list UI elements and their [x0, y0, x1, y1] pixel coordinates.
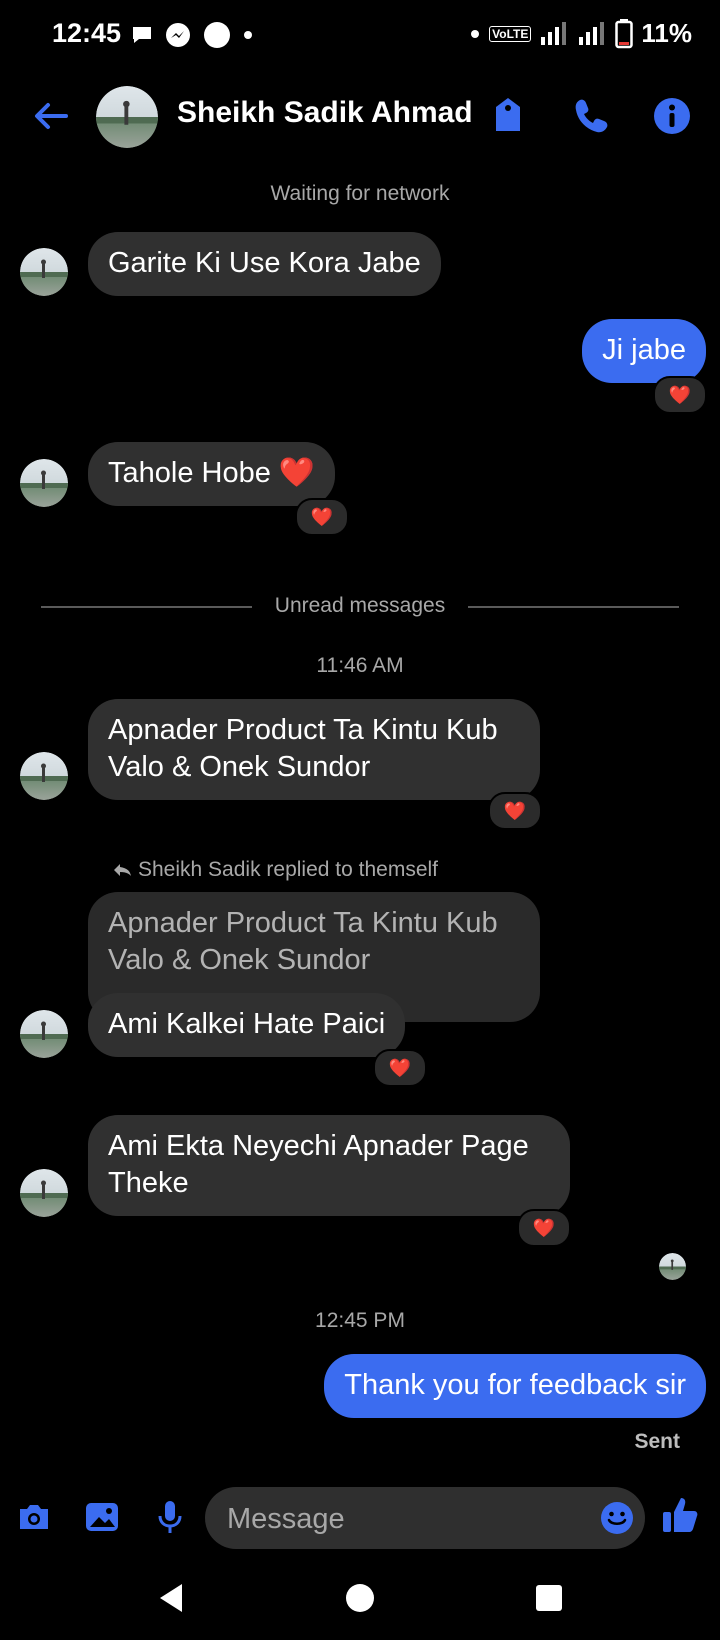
reaction-badge[interactable]: ❤️	[295, 498, 349, 536]
nav-back-icon[interactable]	[152, 1578, 192, 1618]
reaction-badge[interactable]: ❤️	[488, 792, 542, 830]
avatar[interactable]	[20, 1169, 68, 1217]
message-input[interactable]	[225, 1487, 569, 1551]
message-field[interactable]	[205, 1487, 645, 1551]
message-bubble-incoming[interactable]: Ami Ekta Neyechi Apnader Page Theke	[88, 1115, 570, 1216]
message-bubble-outgoing[interactable]: Ji jabe	[582, 319, 706, 383]
info-icon[interactable]	[652, 96, 692, 136]
avatar[interactable]	[20, 248, 68, 296]
heart-icon: ❤️	[532, 1217, 556, 1238]
dot-icon	[244, 31, 252, 39]
heart-icon: ❤️	[668, 384, 692, 405]
tag-icon[interactable]	[488, 95, 528, 135]
message-bubble-outgoing[interactable]: Thank you for feedback sir	[324, 1354, 706, 1418]
signal-icon	[541, 21, 567, 45]
message-bubble-incoming[interactable]: Tahole Hobe ❤️	[88, 442, 336, 506]
microphone-icon[interactable]	[150, 1497, 190, 1537]
status-notification-icons	[130, 20, 254, 50]
like-icon[interactable]	[660, 1494, 702, 1536]
timestamp: 11:46 AM	[316, 654, 404, 677]
dot-icon	[471, 29, 480, 38]
message-bubble-incoming[interactable]: Ami Kalkei Hate Paici	[88, 993, 406, 1057]
avatar[interactable]	[20, 1010, 68, 1058]
volte-badge: VoLTE	[489, 25, 532, 42]
nav-recents-icon[interactable]	[529, 1578, 569, 1618]
message-bubble-incoming[interactable]: Garite Ki Use Kora Jabe	[88, 232, 441, 296]
reaction-badge[interactable]: ❤️	[373, 1049, 427, 1087]
timestamp: 12:45 PM	[315, 1309, 405, 1332]
gallery-icon[interactable]	[82, 1497, 122, 1537]
camera-icon[interactable]	[14, 1497, 54, 1537]
emoji-icon[interactable]	[599, 1500, 635, 1536]
divider-line	[41, 606, 252, 608]
reply-note-text: Sheikh Sadik replied to themself	[138, 858, 438, 881]
avatar[interactable]	[20, 752, 68, 800]
chat-bubble-icon	[133, 27, 151, 43]
nav-home-icon[interactable]	[340, 1578, 380, 1618]
reaction-badge[interactable]: ❤️	[517, 1209, 571, 1247]
phone-icon[interactable]	[571, 96, 611, 136]
status-right-group: VoLTE 11%	[469, 18, 692, 49]
unread-messages-label: Unread messages	[274, 594, 446, 617]
signal-icon-2	[579, 21, 605, 45]
message-bubble-incoming[interactable]: Apnader Product Ta Kintu Kub Valo & Onek…	[88, 699, 540, 800]
circle-notification-icon	[204, 22, 230, 48]
contact-name[interactable]: Sheikh Sadik Ahmad	[177, 96, 473, 130]
heart-icon: ❤️	[310, 506, 334, 527]
battery-icon	[615, 18, 634, 48]
heart-icon: ❤️	[503, 800, 527, 821]
messenger-icon	[166, 23, 190, 47]
read-receipt-avatar	[659, 1253, 686, 1280]
status-time: 12:45	[52, 18, 122, 48]
divider-line	[468, 606, 679, 608]
sent-status: Sent	[634, 1430, 680, 1453]
reply-note: Sheikh Sadik replied to themself	[112, 858, 438, 882]
contact-avatar[interactable]	[96, 86, 158, 148]
avatar[interactable]	[20, 459, 68, 507]
heart-icon: ❤️	[388, 1057, 412, 1078]
battery-percent: 11%	[641, 18, 692, 48]
reaction-badge[interactable]: ❤️	[653, 376, 707, 414]
back-arrow-icon[interactable]	[28, 94, 72, 138]
reply-arrow-icon	[114, 864, 131, 876]
network-notice: Waiting for network	[270, 182, 450, 205]
